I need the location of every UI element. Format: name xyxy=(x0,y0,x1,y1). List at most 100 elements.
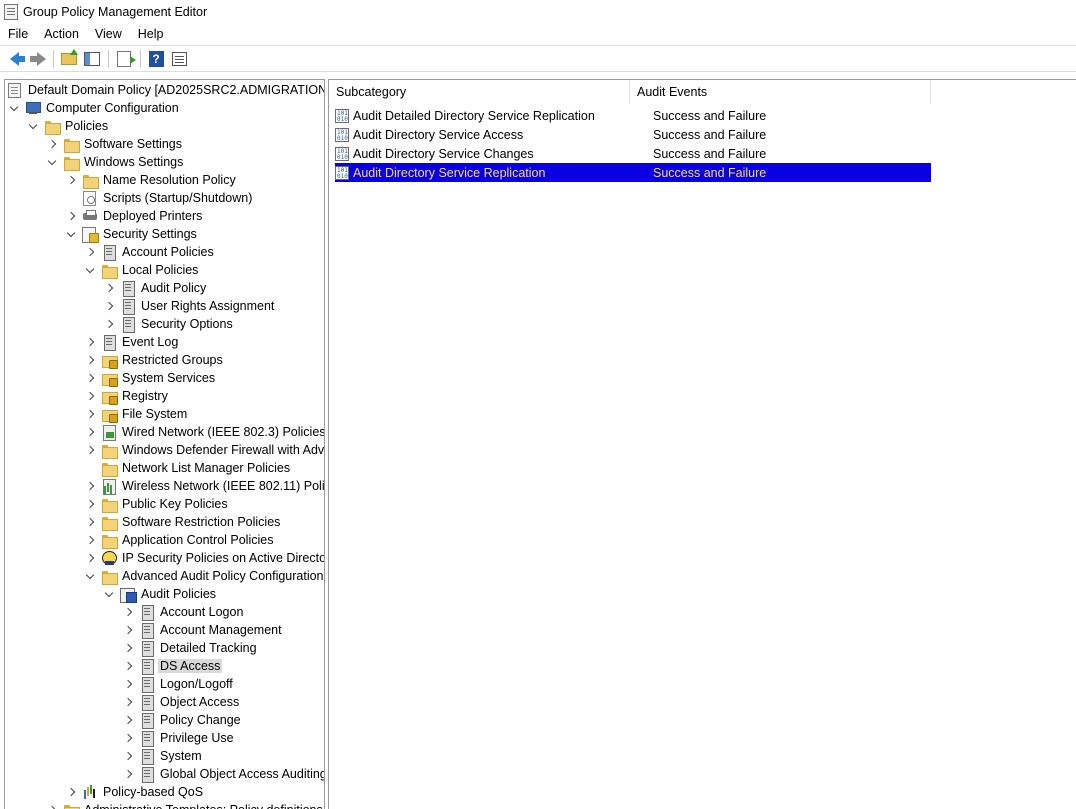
menu-help[interactable]: Help xyxy=(130,24,172,44)
menu-file[interactable]: File xyxy=(0,24,36,44)
tree-item-object-access[interactable]: Object Access xyxy=(123,693,241,711)
menu-view[interactable]: View xyxy=(87,24,130,44)
expand-chevron-icon[interactable] xyxy=(104,279,114,297)
export-list-button[interactable] xyxy=(113,48,136,70)
tree-item-ip-security-policies-on-active-directory[interactable]: IP Security Policies on Active Directory xyxy=(85,549,324,567)
list-row[interactable]: Audit Directory Service Changes Success a… xyxy=(335,144,931,163)
list-row[interactable]: Audit Detailed Directory Service Replica… xyxy=(335,106,931,125)
expand-chevron-icon[interactable] xyxy=(123,729,133,747)
tree-item-system-services[interactable]: System Services xyxy=(85,369,217,387)
tree-item-audit-policy[interactable]: Audit Policy xyxy=(104,279,208,297)
expand-chevron-icon[interactable] xyxy=(123,603,133,621)
tree-item-default-domain-policy-ad2025src2-admigration-loc[interactable]: Default Domain Policy [AD2025SRC2.ADMIGR… xyxy=(7,81,324,99)
collapse-chevron-icon[interactable] xyxy=(47,153,57,171)
expand-chevron-icon[interactable] xyxy=(123,747,133,765)
lock-folder-icon xyxy=(101,352,118,369)
expand-chevron-icon[interactable] xyxy=(66,171,76,189)
expand-chevron-icon[interactable] xyxy=(85,351,95,369)
expand-chevron-icon[interactable] xyxy=(85,495,95,513)
column-header-audit-events[interactable]: Audit Events xyxy=(630,80,931,104)
tree-item-system[interactable]: System xyxy=(123,747,204,765)
tree-item-computer-configuration[interactable]: Computer Configuration xyxy=(9,99,181,117)
menu-action[interactable]: Action xyxy=(36,24,87,44)
tree-item-account-policies[interactable]: Account Policies xyxy=(85,243,216,261)
tree-item-application-control-policies[interactable]: Application Control Policies xyxy=(85,531,275,549)
tree-item-wired-network-ieee-802-3-policies[interactable]: Wired Network (IEEE 802.3) Policies xyxy=(85,423,324,441)
expand-chevron-icon[interactable] xyxy=(123,693,133,711)
tree-item-local-policies[interactable]: Local Policies xyxy=(85,261,200,279)
console-tree[interactable]: Default Domain Policy [AD2025SRC2.ADMIGR… xyxy=(4,79,325,809)
expand-chevron-icon[interactable] xyxy=(104,315,114,333)
tree-item-account-logon[interactable]: Account Logon xyxy=(123,603,245,621)
expand-chevron-icon[interactable] xyxy=(85,549,95,567)
tree-item-user-rights-assignment[interactable]: User Rights Assignment xyxy=(104,297,276,315)
list-row[interactable]: Audit Directory Service Replication Succe… xyxy=(335,163,931,182)
collapse-chevron-icon[interactable] xyxy=(85,261,95,279)
help-button[interactable]: ? xyxy=(145,48,167,70)
tree-item-detailed-tracking[interactable]: Detailed Tracking xyxy=(123,639,259,657)
tree-item-advanced-audit-policy-configuration[interactable]: Advanced Audit Policy Configuration xyxy=(85,567,324,585)
expand-chevron-icon[interactable] xyxy=(85,513,95,531)
tree-item-policies[interactable]: Policies xyxy=(28,117,110,135)
expand-chevron-icon[interactable] xyxy=(47,801,57,809)
collapse-chevron-icon[interactable] xyxy=(85,567,95,585)
expand-chevron-icon[interactable] xyxy=(85,333,95,351)
tree-item-windows-defender-firewall-with-adva[interactable]: Windows Defender Firewall with Adva xyxy=(85,441,324,459)
tree-item-restricted-groups[interactable]: Restricted Groups xyxy=(85,351,225,369)
forward-button[interactable] xyxy=(26,48,48,70)
tree-item-windows-settings[interactable]: Windows Settings xyxy=(47,153,185,171)
collapse-chevron-icon[interactable] xyxy=(28,117,38,135)
show-hide-tree-button[interactable] xyxy=(81,48,103,70)
properties-button[interactable] xyxy=(168,48,190,70)
tree-item-name-resolution-policy[interactable]: Name Resolution Policy xyxy=(66,171,238,189)
expand-chevron-icon[interactable] xyxy=(85,405,95,423)
tree-item-event-log[interactable]: Event Log xyxy=(85,333,180,351)
expand-chevron-icon[interactable] xyxy=(85,387,95,405)
tree-item-network-list-manager-policies[interactable]: Network List Manager Policies xyxy=(85,459,292,477)
column-header-subcategory[interactable]: Subcategory xyxy=(329,80,630,104)
up-one-level-button[interactable] xyxy=(58,48,80,70)
details-pane[interactable]: Subcategory Audit Events Audit Detailed … xyxy=(328,79,1076,809)
tree-item-file-system[interactable]: File System xyxy=(85,405,189,423)
expand-chevron-icon[interactable] xyxy=(123,639,133,657)
expand-chevron-icon[interactable] xyxy=(104,297,114,315)
expand-chevron-icon[interactable] xyxy=(85,423,95,441)
expand-chevron-icon[interactable] xyxy=(85,369,95,387)
tree-item-audit-policies[interactable]: Audit Policies xyxy=(104,585,218,603)
expand-chevron-icon[interactable] xyxy=(66,783,76,801)
collapse-chevron-icon[interactable] xyxy=(9,99,19,117)
expand-chevron-icon[interactable] xyxy=(66,207,76,225)
tree-item-public-key-policies[interactable]: Public Key Policies xyxy=(85,495,230,513)
tree-item-account-management[interactable]: Account Management xyxy=(123,621,284,639)
list-row[interactable]: Audit Directory Service Access Success an… xyxy=(335,125,931,144)
expand-chevron-icon[interactable] xyxy=(123,675,133,693)
tree-item-policy-change[interactable]: Policy Change xyxy=(123,711,243,729)
tree-item-registry[interactable]: Registry xyxy=(85,387,170,405)
tree-item-security-options[interactable]: Security Options xyxy=(104,315,235,333)
tree-item-deployed-printers[interactable]: Deployed Printers xyxy=(66,207,204,225)
expand-chevron-icon[interactable] xyxy=(85,441,95,459)
expand-chevron-icon[interactable] xyxy=(123,765,133,783)
tree-item-administrative-templates-policy-definitions[interactable]: Administrative Templates: Policy definit… xyxy=(47,801,324,809)
tree-item-security-settings[interactable]: Security Settings xyxy=(66,225,199,243)
tree-item-wireless-network-ieee-802-11-policies[interactable]: Wireless Network (IEEE 802.11) Policies xyxy=(85,477,324,495)
expand-chevron-icon[interactable] xyxy=(123,621,133,639)
tree-item-policy-based-qos[interactable]: Policy-based QoS xyxy=(66,783,205,801)
tree-item-logon-logoff[interactable]: Logon/Logoff xyxy=(123,675,235,693)
tree-item-software-restriction-policies[interactable]: Software Restriction Policies xyxy=(85,513,282,531)
tree-item-ds-access[interactable]: DS Access xyxy=(123,657,223,675)
tree-item-privilege-use[interactable]: Privilege Use xyxy=(123,729,236,747)
collapse-chevron-icon[interactable] xyxy=(66,225,76,243)
expand-chevron-icon[interactable] xyxy=(123,711,133,729)
tree-item-software-settings[interactable]: Software Settings xyxy=(47,135,184,153)
expand-chevron-icon[interactable] xyxy=(85,477,95,495)
tree-item-global-object-access-auditing[interactable]: Global Object Access Auditing xyxy=(123,765,324,783)
expand-chevron-icon[interactable] xyxy=(123,657,133,675)
expand-chevron-icon[interactable] xyxy=(85,243,95,261)
tree-item-scripts-startup-shutdown[interactable]: Scripts (Startup/Shutdown) xyxy=(66,189,254,207)
expand-chevron-icon[interactable] xyxy=(47,135,57,153)
back-button[interactable] xyxy=(3,48,25,70)
expand-chevron-icon[interactable] xyxy=(85,531,95,549)
collapse-chevron-icon[interactable] xyxy=(104,585,114,603)
folder-icon xyxy=(63,802,80,809)
